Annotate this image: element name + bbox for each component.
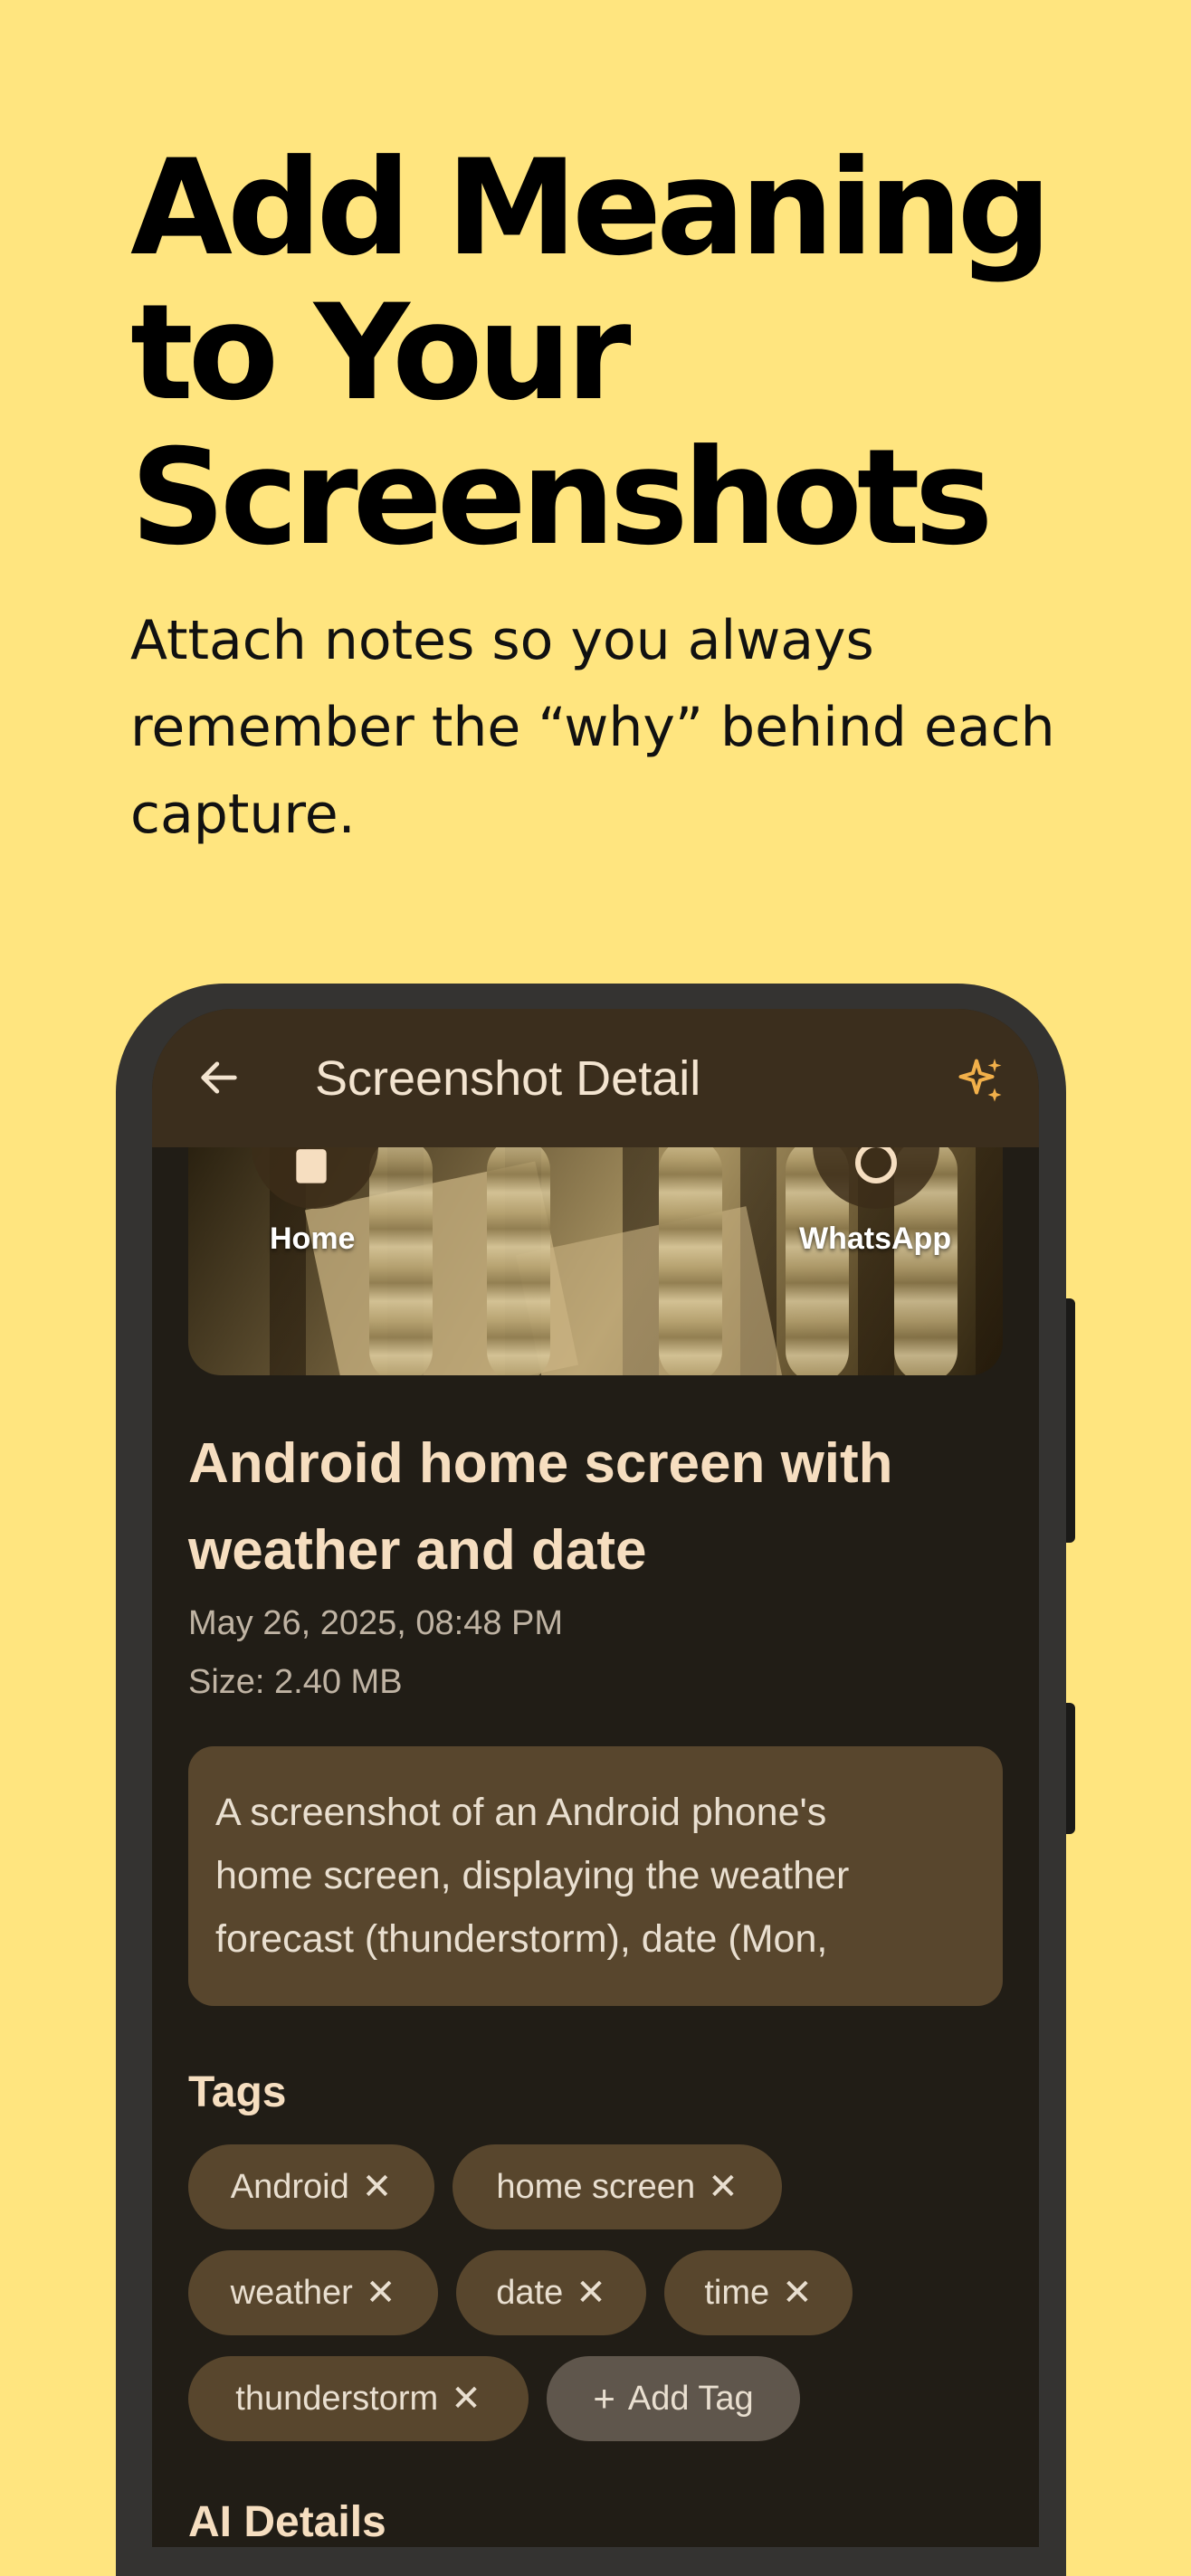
pillar-shape: [487, 1147, 550, 1375]
file-size: Size: 2.40 MB: [188, 1663, 403, 1701]
pillar-shape: [659, 1147, 722, 1375]
phone-screen: Screenshot Detail Home WhatsApp Android: [152, 1009, 1039, 2547]
description-line: home screen, displaying the weather: [215, 1854, 850, 1897]
add-tag-button[interactable]: + Add Tag: [547, 2356, 800, 2441]
remove-tag-icon[interactable]: ✕: [576, 2272, 606, 2314]
headline-line: Add Meaning: [130, 131, 1052, 285]
tag-label: home screen: [496, 2167, 696, 2206]
tag-chip[interactable]: weather ✕: [188, 2250, 438, 2335]
screenshot-title-line: Android home screen with: [188, 1432, 893, 1495]
remove-tag-icon[interactable]: ✕: [782, 2272, 813, 2314]
add-tag-label: Add Tag: [627, 2379, 754, 2418]
tag-chip[interactable]: thunderstorm ✕: [188, 2356, 529, 2441]
remove-tag-icon[interactable]: ✕: [708, 2166, 738, 2208]
description-line: forecast (thunderstorm), date (Mon,: [215, 1917, 828, 1961]
home-app-label: Home: [270, 1221, 356, 1256]
tag-chip[interactable]: date ✕: [456, 2250, 646, 2335]
tag-label: time: [704, 2273, 770, 2312]
sparkle-icon[interactable]: [954, 1054, 1008, 1108]
whatsapp-app-label: WhatsApp: [799, 1221, 952, 1256]
tag-chip[interactable]: time ✕: [664, 2250, 853, 2335]
tags-heading: Tags: [188, 2068, 287, 2116]
description-text: A screenshot of an Android phone's home …: [215, 1781, 985, 1971]
subtitle-line: capture.: [130, 783, 356, 846]
capture-date: May 26, 2025, 08:48 PM: [188, 1604, 564, 1642]
phone-volume-button: [1066, 1703, 1075, 1834]
arrow-left-icon[interactable]: [195, 1054, 243, 1101]
screenshot-title: Android home screen with weather and dat…: [188, 1421, 1003, 1594]
headline-line: to Your: [130, 276, 632, 430]
tag-label: thunderstorm: [235, 2379, 439, 2418]
page-title: Screenshot Detail: [315, 1051, 701, 1106]
plus-icon: +: [593, 2377, 615, 2419]
tag-label: weather: [230, 2273, 353, 2312]
headline: Add Meaning to Your Screenshots: [130, 136, 1126, 570]
description-card[interactable]: A screenshot of an Android phone's home …: [188, 1746, 1003, 2006]
subtitle: Attach notes so you always remember the …: [130, 597, 1126, 858]
phone-power-button: [1066, 1298, 1075, 1543]
subtitle-line: Attach notes so you always: [130, 609, 874, 672]
tag-label: Android: [230, 2167, 349, 2206]
remove-tag-icon[interactable]: ✕: [366, 2272, 396, 2314]
remove-tag-icon[interactable]: ✕: [451, 2378, 481, 2419]
screenshot-preview[interactable]: Home WhatsApp: [188, 1147, 1003, 1375]
headline-line: Screenshots: [130, 421, 994, 575]
book-page-shape: [516, 1206, 784, 1375]
pillar-shape: [369, 1147, 433, 1375]
description-line: A screenshot of an Android phone's: [215, 1791, 827, 1834]
next-section-heading: AI Details: [188, 2498, 386, 2546]
tag-chip[interactable]: home screen ✕: [453, 2144, 782, 2229]
screenshot-title-line: weather and date: [188, 1519, 647, 1582]
tag-label: date: [496, 2273, 564, 2312]
remove-tag-icon[interactable]: ✕: [362, 2166, 393, 2208]
tag-chip[interactable]: Android ✕: [188, 2144, 434, 2229]
subtitle-line: remember the “why” behind each: [130, 696, 1055, 759]
top-app-bar: Screenshot Detail: [152, 1009, 1039, 1147]
